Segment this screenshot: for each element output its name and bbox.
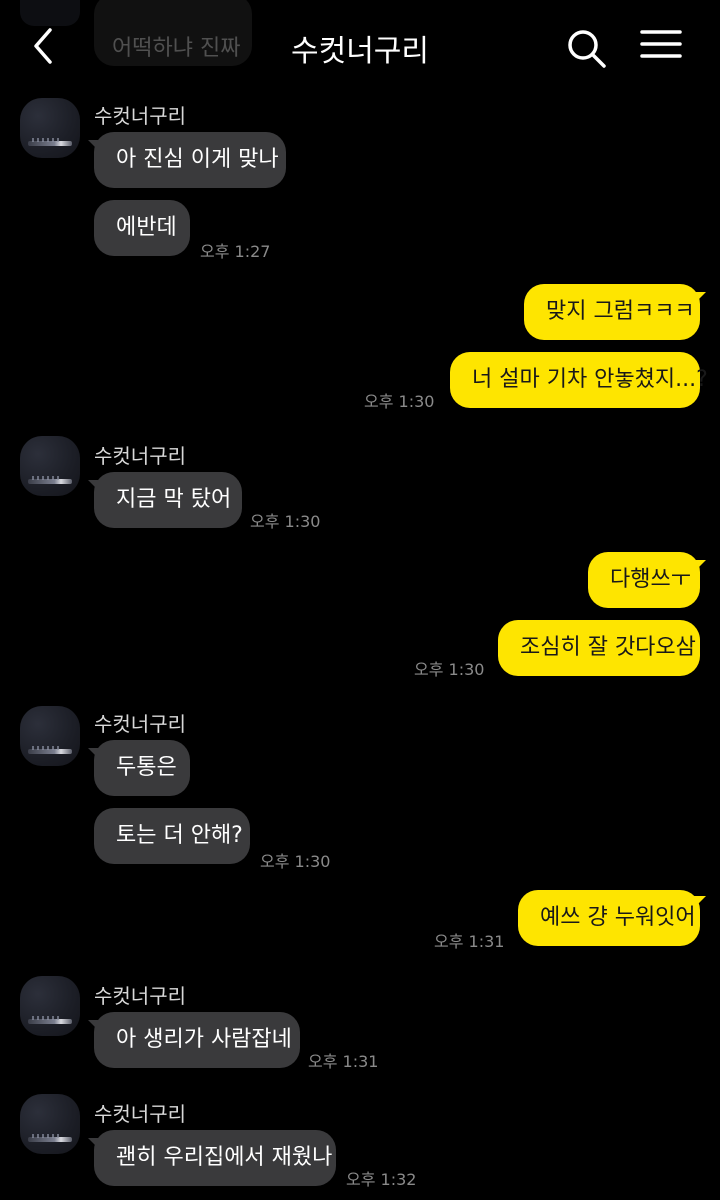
message-bubble-outgoing[interactable]: 맞지 그럼ㅋㅋㅋ xyxy=(524,284,700,340)
message-timestamp: 오후 1:30 xyxy=(260,852,331,871)
avatar[interactable] xyxy=(20,976,80,1036)
avatar[interactable] xyxy=(20,706,80,766)
sender-name: 수컷너구리 xyxy=(94,984,186,1008)
message-timestamp: 오후 1:30 xyxy=(364,392,435,411)
chat-title: 수컷너구리 xyxy=(291,34,429,69)
message-timestamp: 오후 1:31 xyxy=(434,932,505,951)
message-bubble-outgoing[interactable]: 조심히 잘 갓다오삼 xyxy=(498,620,700,676)
message-bubble-outgoing[interactable]: 너 설마 기차 안놓쳤지...? xyxy=(450,352,708,408)
avatar-lights-dots xyxy=(32,746,62,750)
avatar xyxy=(20,0,80,26)
message-bubble-outgoing[interactable]: 예쓰 걍 누워잇어 xyxy=(518,890,700,946)
search-button[interactable] xyxy=(564,26,608,70)
hamburger-menu-icon xyxy=(640,30,682,58)
message-bubble-incoming[interactable]: 아 생리가 사람잡네 xyxy=(94,1012,300,1068)
avatar[interactable] xyxy=(20,98,80,158)
message-timestamp: 오후 1:30 xyxy=(414,660,485,679)
avatar-lights-dots xyxy=(32,476,62,480)
avatar-lights-dots xyxy=(32,1134,62,1138)
menu-button[interactable] xyxy=(638,26,684,66)
message-bubble-incoming[interactable]: 토는 더 안해? xyxy=(94,808,250,864)
message-bubble-incoming[interactable]: 지금 막 탔어 xyxy=(94,472,242,528)
message-bubble-outgoing[interactable]: 다행쓰ㅜ xyxy=(588,552,700,608)
message-timestamp: 오후 1:31 xyxy=(308,1052,379,1071)
avatar-lights-dots xyxy=(32,138,62,142)
message-timestamp: 오후 1:32 xyxy=(346,1170,417,1189)
message-bubble-incoming[interactable]: 아 진심 이게 맞나 xyxy=(94,132,286,188)
avatar[interactable] xyxy=(20,1094,80,1154)
message-bubble-incoming[interactable]: 에반데 xyxy=(94,200,190,256)
chat-header: 어떡하냐 진짜 수컷너구리 xyxy=(0,0,720,92)
search-icon xyxy=(568,30,606,68)
message-timestamp: 오후 1:27 xyxy=(200,242,271,261)
message-bubble-incoming[interactable]: 괜히 우리집에서 재웠나 xyxy=(94,1130,336,1186)
sender-name: 수컷너구리 xyxy=(94,104,186,128)
sender-name: 수컷너구리 xyxy=(94,444,186,468)
back-button[interactable] xyxy=(24,24,68,68)
avatar[interactable] xyxy=(20,436,80,496)
sender-name: 수컷너구리 xyxy=(94,712,186,736)
sender-name: 수컷너구리 xyxy=(94,1102,186,1126)
message-bubble-incoming[interactable]: 두통은 xyxy=(94,740,190,796)
message-timestamp: 오후 1:30 xyxy=(250,512,321,531)
avatar-lights-dots xyxy=(32,1016,62,1020)
back-arrow-icon xyxy=(34,28,52,64)
